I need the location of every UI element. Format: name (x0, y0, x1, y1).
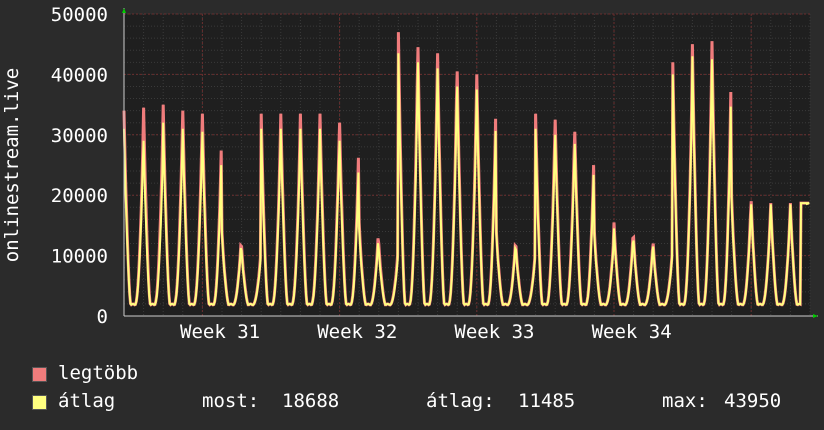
legend-label-avg: átlag (58, 390, 116, 412)
y-tick-label: 10000 (51, 246, 108, 268)
stat-value-current: 18688 (282, 390, 340, 412)
stat-value-max: 43950 (724, 390, 782, 412)
y-tick-label: 30000 (51, 125, 108, 147)
legend-label-max: legtöbb (58, 362, 139, 384)
stat-label-average: átlag: (426, 390, 495, 412)
stat-label-max: max: (662, 390, 708, 412)
x-tick-label: Week 31 (180, 321, 260, 343)
y-axis-arrow (122, 8, 126, 13)
x-axis-arrow (813, 314, 818, 318)
x-tick-label: Week 32 (317, 321, 397, 343)
stat-label-current: most: (202, 390, 260, 412)
chart-svg: 0 10000 20000 30000 40000 50000 Week 31 Week 32… (1, 4, 818, 343)
x-tick-label: Week 34 (592, 321, 672, 343)
y-tick-label: 20000 (51, 185, 108, 207)
stat-value-average: 11485 (518, 390, 576, 412)
y-tick-label: 0 (97, 306, 108, 328)
legend-swatch-max (32, 367, 47, 382)
chart-root: 0 10000 20000 30000 40000 50000 Week 31 Week 32… (0, 0, 824, 430)
y-tick-label: 40000 (51, 64, 108, 86)
legend-swatch-avg (32, 395, 47, 410)
y-tick-label: 50000 (51, 4, 108, 26)
y-axis-label: onlinestream.live (1, 68, 23, 262)
x-tick-label: Week 33 (454, 321, 534, 343)
